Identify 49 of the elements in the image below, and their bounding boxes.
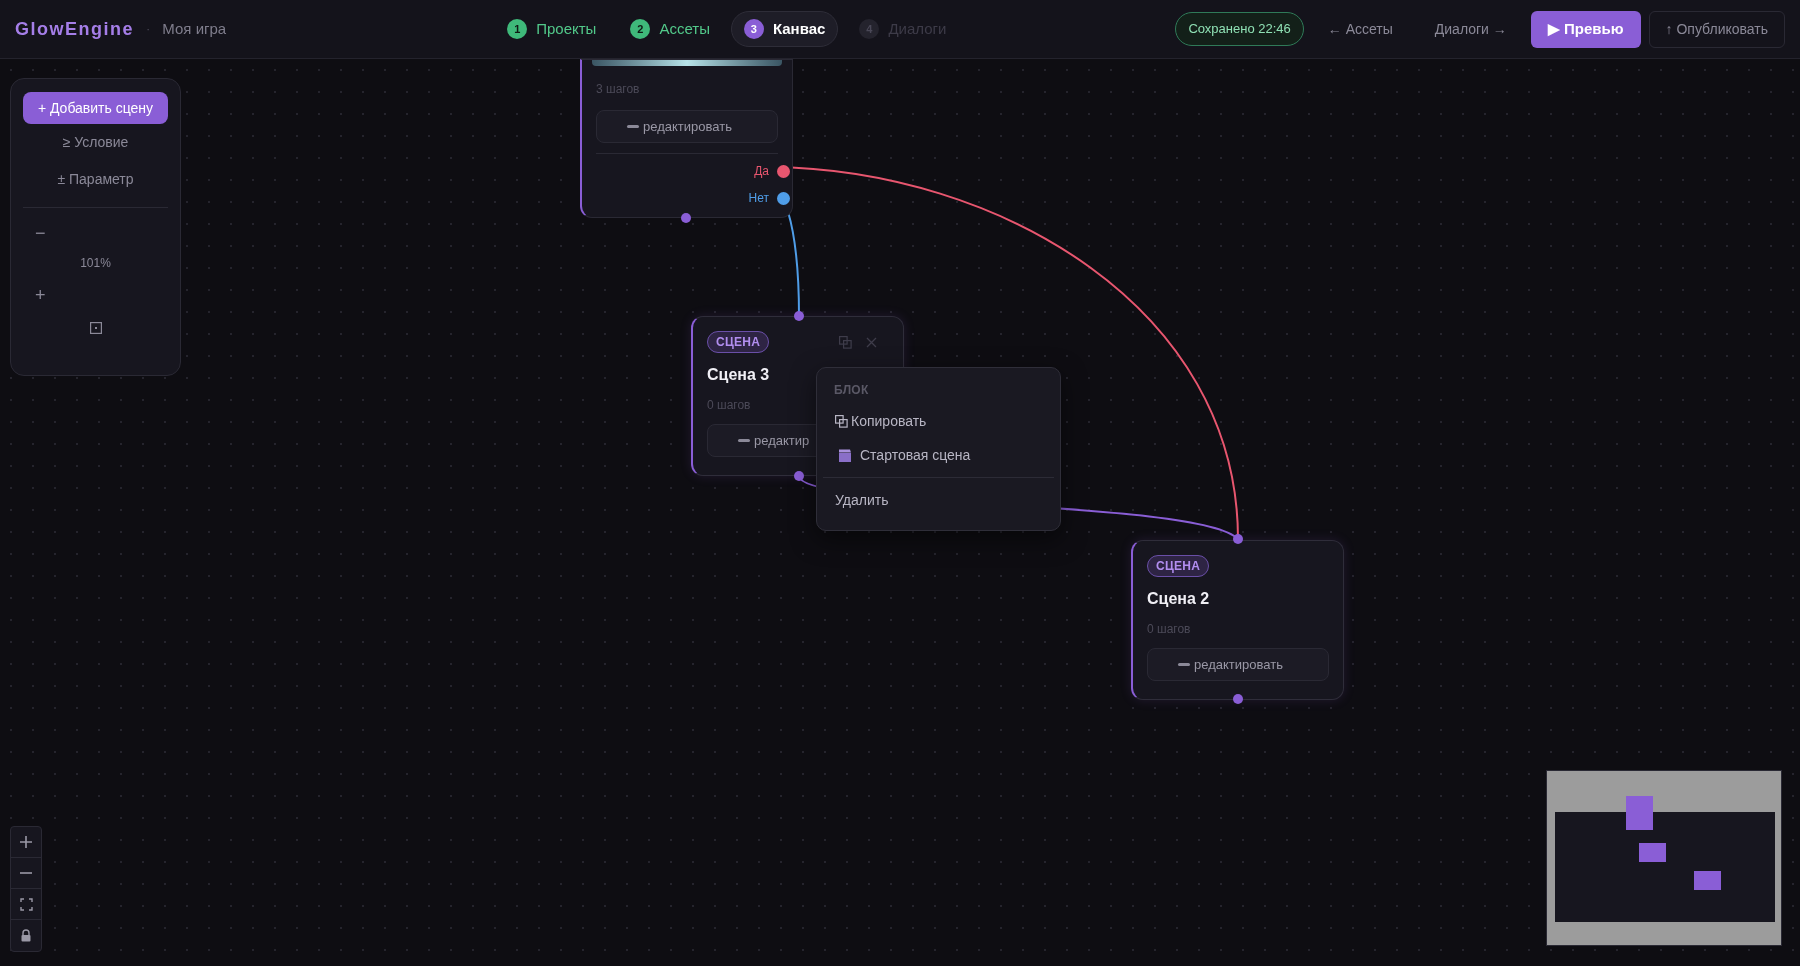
- preview-button[interactable]: ▶ Превью: [1530, 10, 1641, 48]
- scene-tag: СЦЕНА: [1147, 555, 1210, 577]
- minimap-node: [1626, 796, 1653, 830]
- publish-button[interactable]: ↑ Опубликовать: [1648, 10, 1785, 48]
- branch-node[interactable]: 3 шагов редактировать Да Нет: [580, 59, 793, 218]
- menu-section-label: БЛОК: [833, 382, 870, 399]
- dash-icon: [1178, 663, 1190, 666]
- copy-icon: [835, 414, 848, 428]
- add-scene-button[interactable]: + Добавить сцену: [23, 92, 168, 124]
- separator-dot: ·: [146, 20, 151, 39]
- edit-button[interactable]: редактировать: [596, 110, 778, 143]
- toolbox-item[interactable]: ≥ Условие: [62, 124, 129, 161]
- scene-tag: СЦЕНА: [707, 331, 770, 353]
- minimap-node: [1694, 871, 1721, 890]
- minimap-node: [1639, 843, 1666, 862]
- app-logo[interactable]: GlowEngine: [15, 15, 134, 43]
- step-count: 3 шагов: [596, 81, 641, 98]
- step-number: 2: [630, 19, 651, 39]
- step-number: 1: [507, 19, 528, 39]
- dash-icon: [738, 439, 750, 442]
- output-label: Да: [754, 163, 769, 180]
- step-tab[interactable]: 3 Канвас: [730, 11, 839, 47]
- next-link[interactable]: Диалоги →: [1434, 18, 1507, 40]
- clapperboard-icon: [839, 448, 851, 462]
- output-label: Нет: [748, 190, 769, 207]
- copy-icon: [839, 335, 852, 349]
- connection-handle[interactable]: [794, 471, 804, 481]
- step-tab[interactable]: 2 Ассеты: [617, 11, 723, 47]
- connection-handle[interactable]: [681, 213, 691, 223]
- save-status: Сохранено 22:46: [1175, 12, 1304, 46]
- output-port[interactable]: [777, 191, 790, 205]
- zoom-in-button[interactable]: +: [35, 282, 46, 306]
- fit-view-icon[interactable]: [89, 322, 102, 334]
- step-number: 3: [743, 19, 764, 39]
- back-link[interactable]: ← Ассеты: [1327, 18, 1393, 40]
- dash-icon: [627, 125, 639, 128]
- scene-title: Сцена 3: [707, 365, 771, 385]
- zoom-level: 101%: [80, 255, 111, 272]
- zoom-out-button[interactable]: −: [35, 220, 46, 244]
- connection-handle[interactable]: [1233, 534, 1243, 544]
- edit-button[interactable]: редактировать: [1147, 648, 1329, 681]
- step-tab[interactable]: 1 Проекты: [494, 11, 610, 47]
- output-port[interactable]: [777, 164, 790, 178]
- scene-title: Сцена 2: [1147, 589, 1211, 609]
- project-name: Моя игра: [162, 18, 227, 39]
- toolbox-item[interactable]: ± Параметр: [57, 161, 134, 198]
- connection-handle[interactable]: [1233, 694, 1243, 704]
- delete-menu-item[interactable]: Удалить: [817, 482, 1060, 518]
- connection-handle[interactable]: [794, 311, 804, 321]
